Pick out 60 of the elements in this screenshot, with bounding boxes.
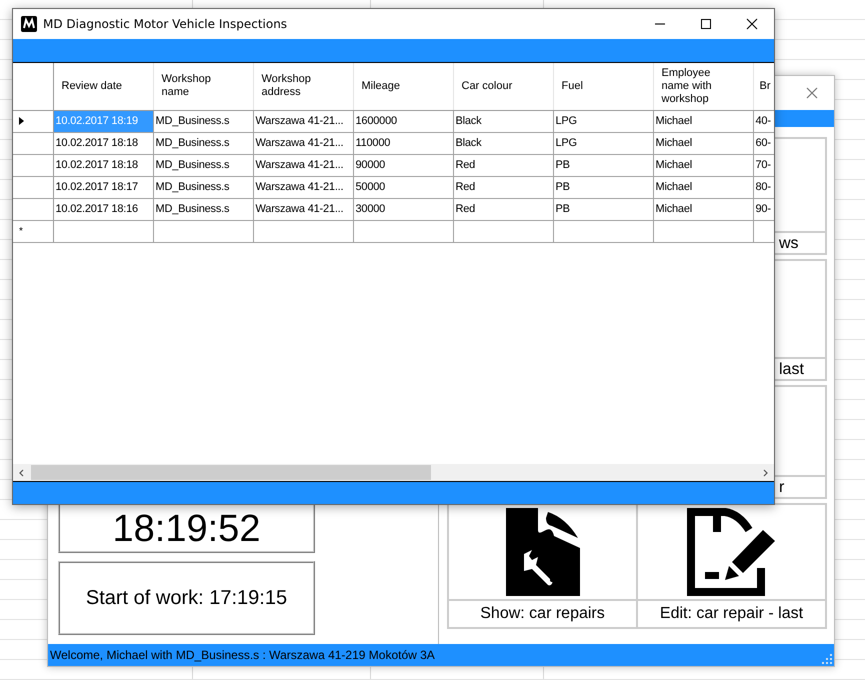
new-row-marker: * [19,226,23,237]
table-cell: Michael [653,132,753,154]
scroll-left-icon[interactable] [18,468,26,476]
table-cell: 1600000 [353,110,453,132]
table-cell: LPG [553,132,653,154]
table-cell: PB [553,198,653,220]
table-cell: PB [553,176,653,198]
table-cell: Red [453,198,553,220]
table-cell: Black [453,110,553,132]
column-header[interactable]: Fuel [553,63,653,110]
column-header[interactable]: Car colour [453,63,553,110]
table-cell: 10.02.2017 18:18 [53,154,153,176]
table-cell: Michael [653,154,753,176]
table-cell: Warszawa 41-21... [253,154,353,176]
close-icon[interactable] [746,18,758,30]
menu-tile[interactable]: Show: car repairs [449,505,638,627]
table-cell: Red [453,176,553,198]
logo-icon [21,16,37,32]
scrollbar-thumb[interactable] [31,465,431,480]
scroll-right-icon[interactable] [761,468,769,476]
table-cell: 30000 [353,198,453,220]
start-of-work-text: Start of work: 17:19:15 [86,586,288,610]
column-header[interactable]: Mileage [353,63,453,110]
resize-grip-icon[interactable] [822,654,832,664]
table-cell: 10.02.2017 18:17 [53,176,153,198]
table-cell: 10.02.2017 18:16 [53,198,153,220]
column-header[interactable]: Workshop name [153,63,253,110]
table-cell: 10.02.2017 18:19 [53,110,153,132]
current-row-icon [19,117,24,125]
table-cell: MD_Business.s [153,176,253,198]
table-cell: LPG [553,110,653,132]
table-cell: MD_Business.s [153,154,253,176]
document-pencil-icon [686,508,776,596]
table-cell: Warszawa 41-21... [253,132,353,154]
table-cell: MD_Business.s [153,132,253,154]
column-header[interactable]: Review date [53,63,153,110]
table-cell: 50000 [353,176,453,198]
table-cell: Michael [653,110,753,132]
table-cell: Warszawa 41-21... [253,176,353,198]
table-cell: Warszawa 41-21... [253,110,353,132]
table-cell: Michael [653,176,753,198]
table-cell: MD_Business.s [153,198,253,220]
clock-text: 18:19:52 [112,510,260,548]
column-header[interactable]: Br [753,63,774,110]
horizontal-scrollbar[interactable] [13,464,774,481]
document-wrench-icon [506,508,580,596]
column-header[interactable]: Workshop address [253,63,353,110]
table-cell: 10.02.2017 18:18 [53,132,153,154]
table-cell: Red [453,154,553,176]
maximize-icon[interactable] [700,18,712,30]
table-cell: Black [453,132,553,154]
table-cell: 110000 [353,132,453,154]
table-cell: 90000 [353,154,453,176]
window-title: MD Diagnostic Motor Vehicle Inspections [43,17,288,31]
table-cell: Michael [653,198,753,220]
table-cell: MD_Business.s [153,110,253,132]
status-text: Welcome, Michael with MD_Business.s : Warszawa 41-219 Mokotów 3A [50,648,435,662]
table-cell: Warszawa 41-21... [253,198,353,220]
table-cell: PB [553,154,653,176]
column-header[interactable]: Employee name with workshop [653,63,753,110]
